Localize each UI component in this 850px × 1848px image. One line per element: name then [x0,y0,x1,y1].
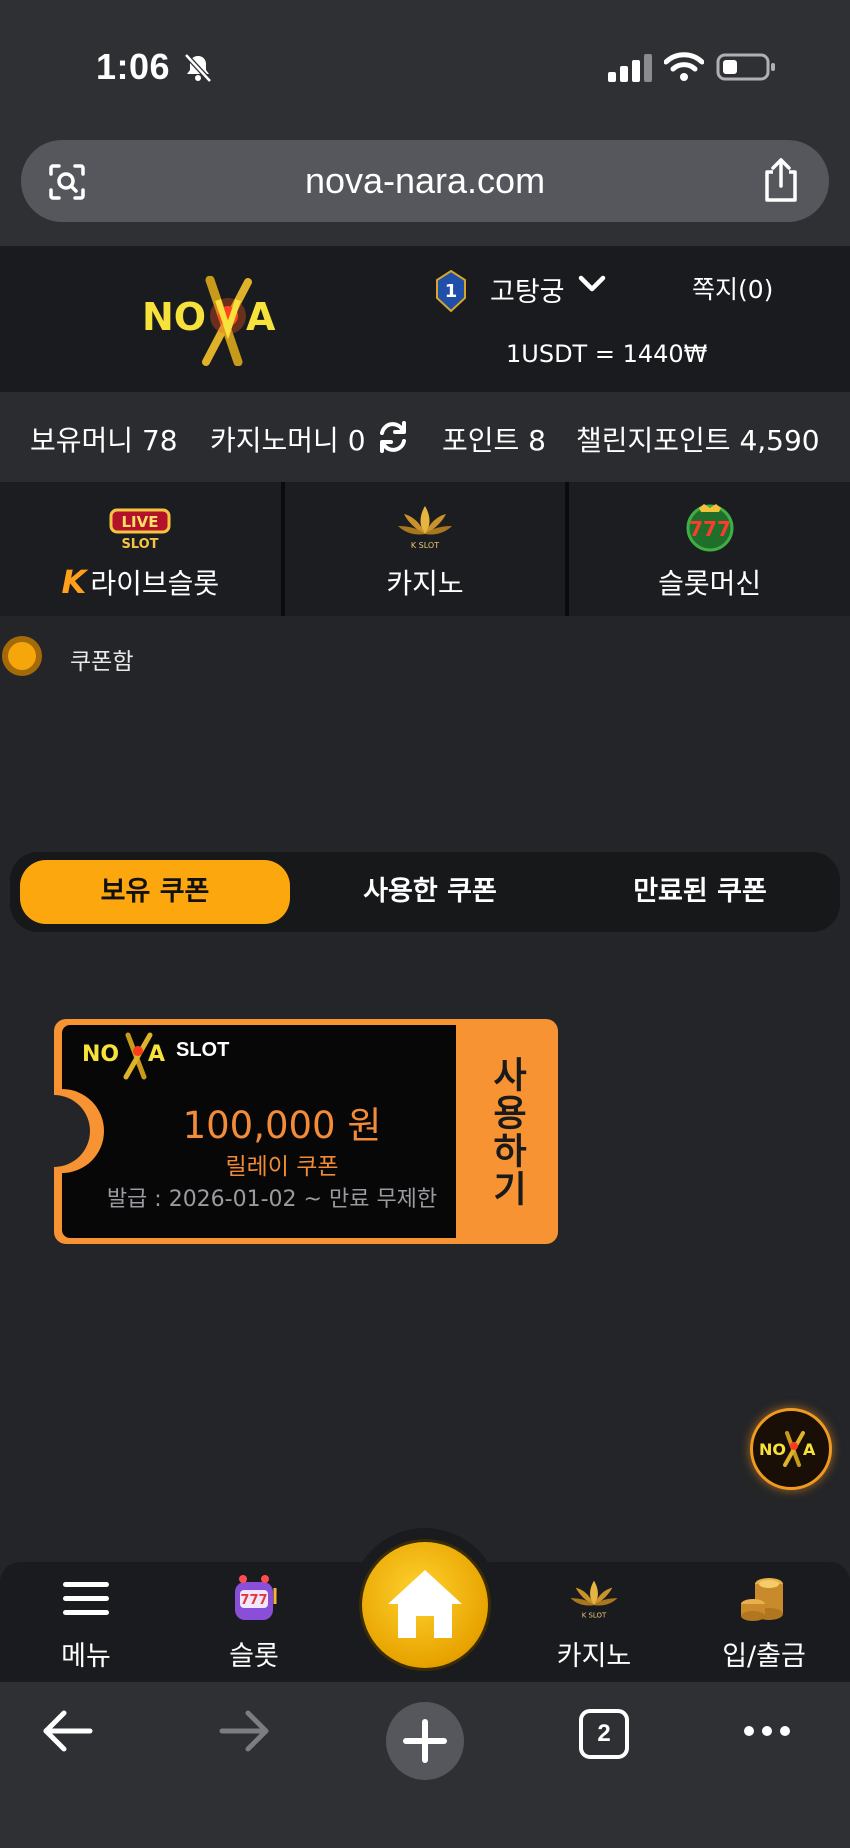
casino-money-balance: 카지노머니 0 [210,424,366,457]
tab-used-coupons[interactable]: 사용한 쿠폰 [300,860,560,924]
plus-icon [403,1719,447,1763]
forward-arrow-icon[interactable] [218,1708,272,1754]
svg-text:1: 1 [445,281,458,302]
slot-777-icon: 777 [686,504,734,552]
status-bar: 1:06 [0,0,850,130]
coins-icon [741,1578,783,1621]
refresh-icon[interactable] [376,420,410,454]
new-tab-button[interactable] [386,1702,464,1780]
nav-menu[interactable]: 메뉴 [16,1574,156,1673]
hamburger-menu-icon [63,1582,109,1615]
use-coupon-button[interactable]: 사용하기 [460,1025,552,1238]
svg-text:NO: NO [82,1042,119,1067]
messages-link[interactable]: 쪽지(0) [692,270,773,306]
coupon-type: 릴레이 쿠폰 [225,1154,339,1180]
url-text: nova-nara.com [304,160,546,201]
home-button[interactable] [362,1542,488,1668]
k-brand-icon: K [61,563,87,601]
casino-lotus-icon: K SLOT [398,506,452,550]
svg-text:K SLOT: K SLOT [582,1611,607,1619]
exchange-rate: 1USDT = 1440₩ [506,340,708,368]
svg-text:777: 777 [689,517,731,541]
address-bar[interactable]: nova-nara.com [21,140,829,222]
wifi-icon [664,52,704,81]
tab-expired-coupons[interactable]: 만료된 쿠폰 [570,860,830,924]
tab-live-slot-label: 라이브슬롯 [90,567,220,600]
home-icon [388,1570,462,1638]
svg-text:SLOT: SLOT [122,537,159,552]
floating-nova-button[interactable]: NO A [750,1408,832,1490]
nav-slot-label: 슬롯 [229,1641,279,1672]
bell-off-icon [184,53,212,83]
tab-owned-coupons[interactable]: 보유 쿠폰 [20,860,290,924]
status-time: 1:06 [96,46,171,87]
cellular-signal-icon [608,54,652,82]
nav-menu-label: 메뉴 [61,1641,111,1672]
nav-deposit-withdraw[interactable]: 입/출금 [694,1574,834,1673]
casino-lotus-icon: K SLOT [570,1580,618,1619]
nav-casino-label: 카지노 [556,1641,632,1672]
share-icon[interactable] [761,156,801,204]
tab-count: 2 [597,1720,611,1747]
tab-slot-machine-label: 슬롯머신 [658,567,762,600]
live-slot-icon: LIVE SLOT [109,508,171,552]
more-options-icon[interactable] [740,1708,794,1754]
balance-bar: 보유머니 78 카지노머니 0 포인트 8 챌린지포인트 4,590 [0,392,850,482]
svg-text:777: 777 [240,1593,267,1608]
nav-casino[interactable]: K SLOT 카지노 [524,1574,664,1673]
nav-slot[interactable]: 777 슬롯 [184,1574,324,1673]
svg-text:LIVE: LIVE [122,513,159,531]
coupon-card: NO A SLOT 100,000 원 릴레이 쿠폰 발급 : 2026-01-… [52,1017,560,1246]
points-balance: 포인트 8 [442,424,546,457]
battery-icon [716,53,775,81]
section-bullet-icon [2,636,42,676]
svg-text:A: A [803,1440,816,1459]
slot-machine-icon: 777 [235,1575,277,1620]
nova-logo[interactable]: NO A [140,276,305,366]
tab-casino[interactable]: K SLOT 카지노 [284,482,570,616]
nav-deposit-withdraw-label: 입/출금 [722,1641,806,1672]
chevron-down-icon[interactable] [578,272,606,296]
nova-logo-icon: NO A [759,1431,816,1467]
coupon-amount: 100,000 원 [182,1104,382,1147]
username[interactable]: 고탕궁 [490,270,565,309]
browser-toolbar: 2 [0,1682,850,1848]
money-balance: 보유머니 78 [30,424,178,457]
browser-address-area: nova-nara.com [0,130,850,246]
svg-text:A: A [246,295,276,339]
section-title: 쿠폰함 [70,649,134,675]
level-badge-icon: 1 [436,270,466,312]
game-category-nav: LIVE SLOT K 라이브슬롯 K SLOT 카지노 777 슬롯머신 [0,482,850,616]
svg-text:A: A [148,1042,165,1067]
coupon-brand-text: SLOT [176,1039,230,1061]
back-arrow-icon[interactable] [40,1708,94,1754]
coupon-tabs: 보유 쿠폰 사용한 쿠폰 만료된 쿠폰 [10,852,840,932]
challenge-points-balance: 챌린지포인트 4,590 [576,424,820,457]
svg-text:K SLOT: K SLOT [411,541,439,550]
site-header: NO A 1 고탕궁 쪽지(0) 1USDT = 1440₩ [0,246,850,392]
svg-text:NO: NO [142,295,206,339]
tab-casino-label: 카지노 [386,567,464,600]
coupon-validity: 발급 : 2026-01-02 ~ 만료 무제한 [106,1187,438,1212]
tab-slot-machine[interactable]: 777 슬롯머신 [569,482,850,616]
svg-text:NO: NO [759,1440,786,1459]
tab-live-slot[interactable]: LIVE SLOT K 라이브슬롯 [0,482,285,616]
